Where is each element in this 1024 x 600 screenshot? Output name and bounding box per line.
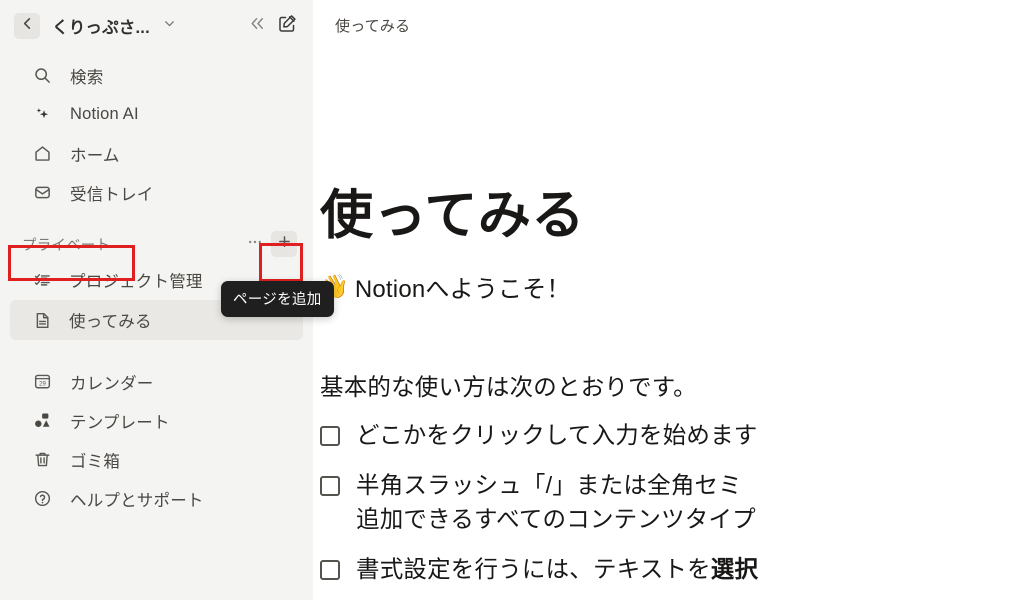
compose-new-page-icon (277, 14, 297, 39)
sidebar-nav-list: 検索 Notion AI ホーム 受信トレイ (0, 52, 313, 212)
sidebar-item-label: ゴミ箱 (70, 452, 121, 471)
todo-label: 書式設定を行うには、テキストを選択 (356, 553, 758, 586)
sidebar-item-notion-ai[interactable]: Notion AI (10, 95, 303, 134)
todo-label-bold: 選択 (710, 556, 759, 583)
sidebar-item-trash[interactable]: ゴミ箱 (10, 440, 303, 479)
sidebar-item-inbox[interactable]: 受信トレイ (10, 173, 303, 212)
todo-label-text: 書式設定を行うには、テキストを (356, 556, 711, 583)
todo-checkbox[interactable] (320, 425, 340, 446)
private-section-header[interactable]: プライベート (0, 228, 313, 260)
sidebar-item-search[interactable]: 検索 (10, 56, 303, 95)
todo-item[interactable]: 半角スラッシュ「/」または全角セミ 追加できるすべてのコンテンツタイプ (320, 469, 1024, 536)
chevron-left-icon (20, 16, 35, 36)
todo-item[interactable]: どこかをクリックして入力を始めます (320, 419, 1024, 452)
sidebar-item-label: ヘルプとサポート (70, 491, 204, 510)
svg-text:29: 29 (39, 380, 46, 387)
workspace-header: くりっぷさ... (0, 0, 313, 52)
home-icon (32, 144, 52, 164)
sidebar-page-label: 使ってみる (69, 313, 152, 331)
todo-checkbox[interactable] (320, 560, 340, 581)
sidebar-item-help-support[interactable]: ヘルプとサポート (10, 479, 303, 518)
workspace-name[interactable]: くりっぷさ... (52, 14, 150, 38)
add-page-tooltip: ページを追加 (221, 281, 334, 317)
page-title[interactable]: 使ってみる (320, 186, 1024, 247)
double-chevron-left-icon (248, 14, 267, 38)
calendar-icon: 29 (32, 372, 52, 392)
inbox-icon (32, 183, 52, 203)
welcome-text: Notionへようこそ！ (354, 275, 571, 303)
sidebar-bottom-nav: 29 カレンダー テンプレート ゴミ箱 ヘルプとサポート (0, 362, 313, 518)
help-circle-icon (32, 489, 52, 509)
collapse-sidebar-button[interactable] (243, 12, 271, 40)
document-icon (32, 310, 52, 330)
breadcrumb[interactable]: 使ってみる (335, 15, 410, 36)
sidebar-item-calendar[interactable]: 29 カレンダー (10, 362, 303, 401)
private-section-title: プライベート (22, 237, 111, 254)
todo-label: どこかをクリックして入力を始めます (356, 421, 758, 448)
todo-item[interactable]: 書式設定を行うには、テキストを選択 (320, 553, 1024, 586)
ellipsis-icon (247, 234, 263, 255)
sidebar-item-label: 検索 (70, 68, 104, 87)
sidebar-back-button[interactable] (14, 13, 40, 39)
welcome-line: 👋 Notionへようこそ！ (320, 269, 1024, 304)
search-icon (32, 66, 52, 86)
plus-icon (277, 234, 292, 254)
sidebar-item-label: Notion AI (70, 105, 139, 123)
sidebar-item-label: カレンダー (70, 374, 154, 393)
todo-checkbox[interactable] (320, 476, 340, 497)
new-page-button[interactable] (273, 12, 301, 40)
sidebar-item-label: テンプレート (70, 413, 170, 432)
sidebar-page-label: プロジェクト管理 (69, 273, 203, 291)
chevron-down-icon (162, 16, 177, 36)
sparkles-icon (32, 105, 52, 125)
notion-app-window: くりっぷさ... 検索 Notion AI ホーム 受信トレイ プライベート プ… (0, 0, 1024, 600)
sidebar-item-templates[interactable]: テンプレート (10, 401, 303, 440)
workspace-switcher-button[interactable] (162, 16, 177, 36)
trash-icon (32, 450, 52, 470)
top-bar: 使ってみる (313, 0, 1024, 50)
private-section-more-button[interactable] (243, 232, 267, 256)
todo-label: 半角スラッシュ「/」または全角セミ 追加できるすべてのコンテンツタイプ (356, 472, 756, 532)
sidebar-item-home[interactable]: ホーム (10, 134, 303, 173)
templates-icon (32, 411, 52, 431)
sidebar-item-label: ホーム (70, 146, 120, 165)
intro-paragraph: 基本的な使い方は次のとおりです。 (320, 373, 697, 400)
checklist-icon (32, 270, 52, 290)
document-body: 使ってみる 👋 Notionへようこそ！ 基本的な使い方は次のとおりです。 どこ… (320, 186, 1024, 600)
sidebar: くりっぷさ... 検索 Notion AI ホーム 受信トレイ プライベート プ… (0, 0, 334, 600)
sidebar-item-label: 受信トレイ (70, 185, 154, 204)
add-page-button[interactable] (271, 231, 297, 257)
